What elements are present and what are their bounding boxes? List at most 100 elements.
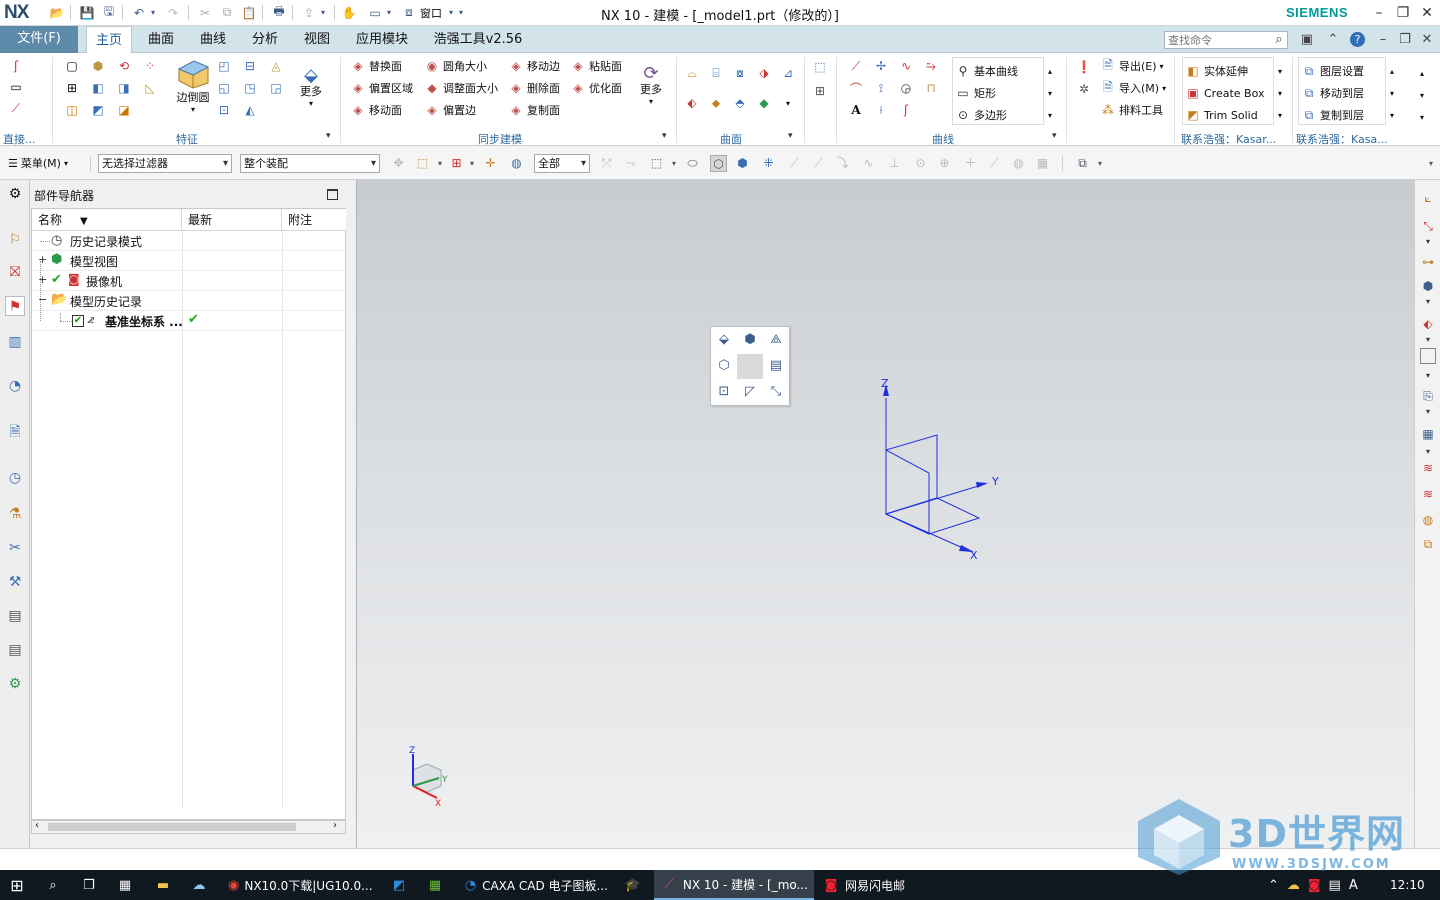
doc-minimize-icon[interactable]: – [1374,31,1392,49]
system-scenes-icon[interactable]: ▤ [5,640,25,660]
file-menu-tab[interactable]: 文件(F) [0,26,78,53]
layer-settings-button[interactable]: ⧉ 图层设置 [1301,61,1364,81]
resize-face-button[interactable]: ◆ 调整面大小 [424,78,498,98]
ribbon-overflow-icon[interactable]: ▴ ▾ ▾ [1420,63,1424,129]
search-icon[interactable]: ⌕ [1270,31,1288,49]
save-all-icon[interactable]: 🖫 [100,4,118,21]
column-header-name[interactable]: 名称 ▼ [32,209,182,231]
cursor-icon[interactable]: ⤲ [598,155,615,172]
search-button[interactable]: ⌕ [38,870,68,900]
point-snap-icon[interactable]: ✛ [482,155,499,172]
copy-to-layer-button[interactable]: ⧉ 复制到层 [1301,105,1364,125]
taskbar-item-caxa[interactable]: ◔ CAXA CAD 电子图板... [458,870,614,900]
task-view-button[interactable]: ❒ [74,870,104,900]
sweep-icon[interactable]: ⬗ [756,65,772,81]
point-on-face-icon[interactable]: ◍ [1010,155,1027,172]
extrude-icon[interactable]: ⬢ [90,58,106,74]
layers-view-icon[interactable]: ▤ [763,353,789,379]
dropdown-icon[interactable]: ▾ [1418,366,1438,386]
taskbar-item-nx[interactable]: ⟋ NX 10 - 建模 - [_mo... [654,870,814,900]
scrollbar-thumb[interactable] [48,823,296,831]
undo-dropdown-icon[interactable]: ▾ [148,4,158,21]
tree-row-model-views[interactable]: + ⬢ 模型视图 [32,251,345,271]
dropdown-icon[interactable]: ▾ [670,155,678,172]
extract-curve-icon[interactable]: ⟊ [873,102,889,118]
reuse-library-icon[interactable]: ▥ [5,332,25,352]
front-view-icon[interactable]: ⊡ [711,379,737,405]
doc-restore-icon[interactable]: ❐ [1396,31,1414,49]
unite-icon[interactable]: ◧ [90,80,106,96]
paste-icon[interactable]: 📋 [240,4,258,21]
studio-spline-icon[interactable]: ∿ [898,58,914,74]
rectangle-select-icon[interactable]: ⬚ [648,155,665,172]
n-sided-icon[interactable]: ⬖ [684,95,700,111]
cube-view-icon[interactable]: ⬢ [734,155,751,172]
switch-window-icon[interactable]: ▭ [366,4,384,21]
copy-view-icon[interactable]: ⧉ [1418,534,1438,554]
roles-icon[interactable]: ⚒ [5,572,25,592]
quadrant-icon[interactable]: ⊕ [936,155,953,172]
pattern-feature-icon[interactable]: ⁘ [142,58,158,74]
app-button[interactable]: ◩ [384,870,414,900]
toolbar-overflow-icon[interactable]: ▾ [1426,155,1436,172]
alert-icon[interactable]: ❗ [1076,59,1092,75]
tray-ime-label[interactable]: A [1349,878,1358,893]
ribbon-options-icon[interactable]: ▣ [1298,31,1316,49]
calculator-button[interactable]: ▦ [110,870,140,900]
resize-blend-button[interactable]: ◉ 圆角大小 [424,56,487,76]
line-snap-icon[interactable]: ⟋ [786,155,803,172]
offset-edge-button[interactable]: ◈ 偏置边 [424,100,476,120]
tab-haoqiang-tools[interactable]: 浩强工具v2.56 [428,26,528,53]
selection-box-icon[interactable]: ⊞ [448,155,465,172]
through-curves-icon[interactable]: ⌓ [684,65,700,81]
dropdown-icon[interactable]: ▾ [1096,155,1104,172]
offset-region-button[interactable]: ◈ 偏置区域 [350,78,413,98]
project-curve-icon[interactable]: ⊓ [923,80,939,96]
tray-mail-icon[interactable]: ◙ [1308,878,1321,893]
polygon-button[interactable]: ⊙ 多边形 [955,105,1007,125]
scope-select[interactable]: 全部 [534,154,590,173]
group-options-icon[interactable]: ▾ [788,131,793,141]
isometric-view-icon[interactable]: ⬢ [737,327,763,353]
help-icon[interactable]: ? [1350,32,1365,47]
dropdown-icon[interactable]: ▾ [436,155,444,172]
tray-expand-icon[interactable]: ⌃ [1268,878,1279,893]
arc-icon[interactable]: ⌒ [848,80,864,96]
dimension-icon[interactable]: ≋ [1418,458,1438,478]
dropdown-icon[interactable]: ▾ [780,95,796,111]
control-point-icon[interactable]: ∿ [860,155,877,172]
start-button[interactable]: ⊞ [2,870,32,900]
export-button[interactable]: 🗎 导出(E) ▾ [1100,56,1163,76]
window-menu[interactable]: 窗口 [420,5,442,21]
sew-icon[interactable]: ⊞ [812,83,828,99]
assembly-scope-select[interactable]: 整个装配 [240,154,380,173]
datum-icon[interactable]: ⊞ [64,80,80,96]
datum-coordinate-system[interactable]: Z Y X [857,370,1017,570]
annotation-icon[interactable]: ≋ [1418,484,1438,504]
face-blend-icon[interactable]: ⬥ [708,95,724,111]
constraint-navigator-icon[interactable]: ⛝ [5,262,25,282]
kasar-gallery-2-scroll-icon[interactable]: ▴ ▾ ▾ [1390,61,1394,127]
taskbar-item-browser[interactable]: ◉ NX10.0下载|UG10.0... [222,870,378,900]
web-browser-icon[interactable]: ◔ [5,376,25,396]
sketch-plane-icon[interactable]: ▢ [64,58,80,74]
move-edge-button[interactable]: ◈ 移动边 [508,56,560,76]
existing-point-icon[interactable]: ＋ [962,155,979,172]
move-face-button[interactable]: ◈ 移动面 [350,100,402,120]
chamfer-icon[interactable]: ◺ [142,80,158,96]
group-options-icon[interactable]: ▾ [662,131,667,141]
maximize-panel-icon[interactable] [327,189,338,200]
assembly-navigator-icon[interactable]: ⚐ [5,230,25,250]
fillet-curve-icon[interactable]: ◶ [898,80,914,96]
settings-icon[interactable]: ⚙ [5,184,25,204]
tray-notes-icon[interactable]: ▤ [1329,878,1341,893]
dropdown-icon[interactable]: ▾ [1418,330,1438,350]
nesting-tool-button[interactable]: ⁂ 排料工具 [1100,100,1163,120]
tab-analysis[interactable]: 分析 [244,26,286,53]
dropdown-icon[interactable]: ▾ [468,155,476,172]
section-view-icon[interactable]: ◸ [737,379,763,405]
manufacturing-wizard-icon[interactable]: ✂ [5,538,25,558]
collapse-ribbon-icon[interactable]: ⌃ [1324,31,1342,49]
scroll-left-icon[interactable]: ‹ [35,820,39,831]
kasar-gallery-1-scroll-icon[interactable]: ▾ ▾ ▾ [1278,61,1282,127]
